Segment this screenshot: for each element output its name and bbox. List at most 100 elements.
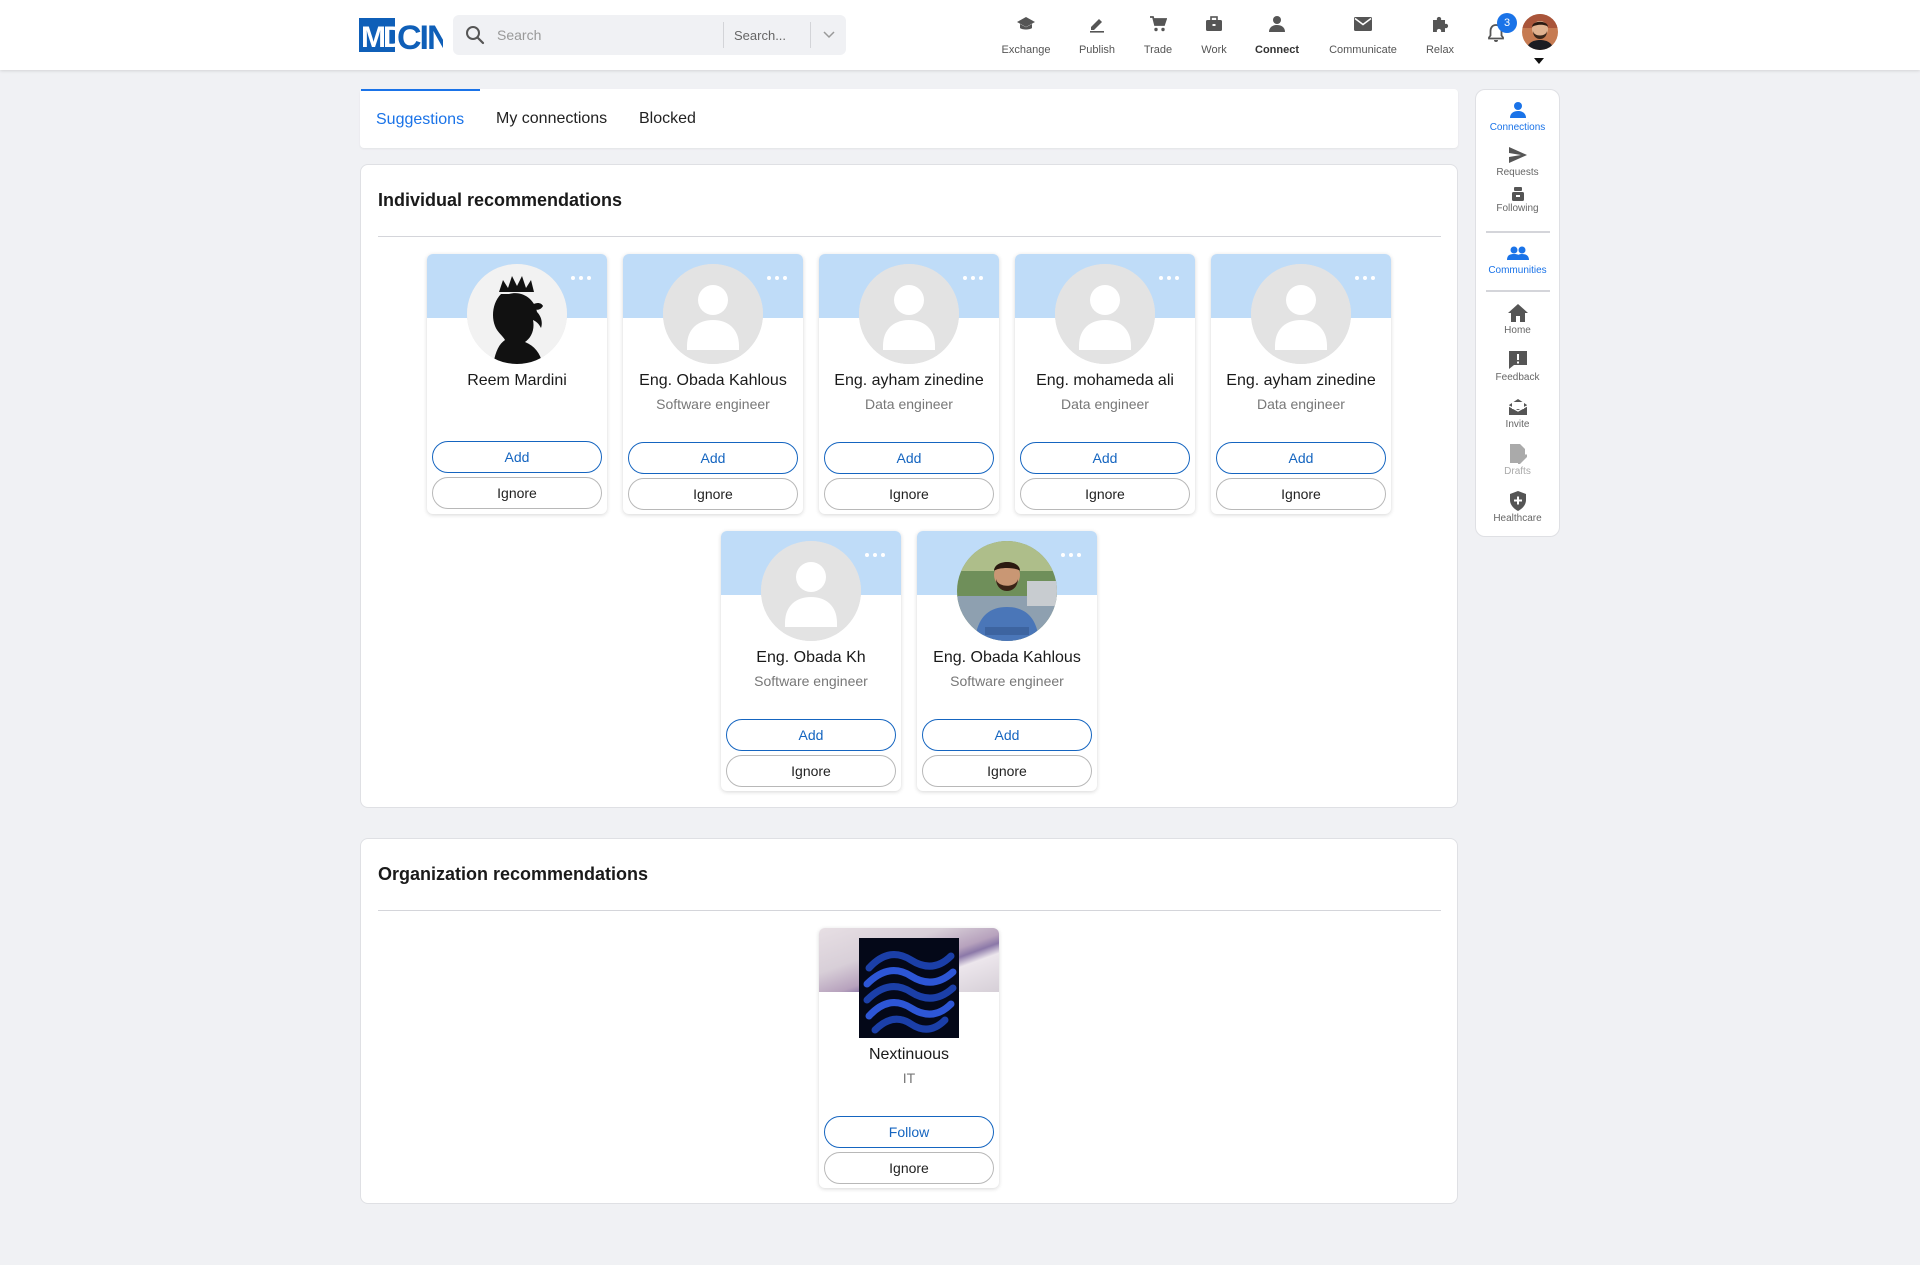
home-icon: [1507, 303, 1528, 323]
organization-category: IT: [902, 1070, 916, 1086]
sidebar-item-drafts[interactable]: Drafts: [1476, 444, 1559, 477]
individual-recommendations-section: Individual recommendations Reem Mardini …: [360, 164, 1458, 808]
section-title: Organization recommendations: [378, 864, 649, 884]
user-avatar[interactable]: [1522, 14, 1558, 50]
sidebar-item-label: Communities: [1488, 265, 1547, 276]
sidebar-item-home[interactable]: Home: [1476, 303, 1559, 336]
search-scope-placeholder: Search...: [734, 27, 787, 43]
notification-badge: 3: [1497, 13, 1517, 33]
tab-suggestions[interactable]: Suggestions: [361, 89, 480, 148]
ignore-button[interactable]: Ignore: [922, 755, 1092, 787]
person-avatar[interactable]: [957, 541, 1057, 641]
add-button[interactable]: Add: [1020, 442, 1190, 474]
person-name[interactable]: Eng. Obada Kahlous: [623, 372, 803, 390]
tab-blocked[interactable]: Blocked: [639, 89, 696, 148]
follow-button[interactable]: Follow: [824, 1116, 994, 1148]
ignore-button[interactable]: Ignore: [1020, 478, 1190, 510]
sidebar-item-feedback[interactable]: Feedback: [1476, 350, 1559, 383]
top-header: MD CIN Search... Exchange Publish: [0, 0, 1920, 70]
sidebar-divider: [1486, 290, 1550, 292]
section-title: Individual recommendations: [378, 190, 623, 210]
svg-text:CIN: CIN: [397, 19, 443, 54]
nav-trade[interactable]: Trade: [1143, 14, 1173, 56]
add-button[interactable]: Add: [726, 719, 896, 751]
default-avatar-icon[interactable]: [1055, 264, 1155, 364]
sidebar-item-label: Invite: [1505, 419, 1530, 430]
caret-down-icon[interactable]: [1534, 58, 1544, 64]
default-avatar-icon[interactable]: [859, 264, 959, 364]
organization-name[interactable]: Nextinuous: [819, 1046, 999, 1064]
add-button[interactable]: Add: [432, 441, 602, 473]
person-role: Data engineer: [1257, 396, 1345, 412]
more-options-icon[interactable]: [1159, 274, 1179, 282]
person-name[interactable]: Eng. ayham zinedine: [819, 372, 999, 390]
default-avatar-icon[interactable]: [1251, 264, 1351, 364]
sidebar-item-following[interactable]: Following: [1476, 187, 1559, 214]
following-icon: [1511, 187, 1525, 201]
sidebar-item-connections[interactable]: Connections: [1476, 100, 1559, 133]
sidebar-item-label: Home: [1504, 325, 1531, 336]
default-avatar-icon[interactable]: [663, 264, 763, 364]
organization-logo[interactable]: [859, 938, 959, 1038]
nav-label: Relax: [1425, 44, 1455, 56]
nav-label: Trade: [1143, 44, 1173, 56]
person-name[interactable]: Eng. Obada Kahlous: [917, 649, 1097, 667]
add-button[interactable]: Add: [1216, 442, 1386, 474]
nav-label: Exchange: [1001, 44, 1051, 56]
ignore-button[interactable]: Ignore: [824, 478, 994, 510]
ignore-button[interactable]: Ignore: [824, 1152, 994, 1184]
connections-tabs: Suggestions My connections Blocked: [360, 89, 1458, 148]
tab-my-connections[interactable]: My connections: [496, 89, 607, 148]
person-card: Eng. mohameda ali Data engineer Add Igno…: [1015, 254, 1195, 514]
more-options-icon[interactable]: [865, 551, 885, 559]
person-name[interactable]: Eng. ayham zinedine: [1211, 372, 1391, 390]
more-options-icon[interactable]: [571, 274, 591, 282]
ignore-button[interactable]: Ignore: [432, 477, 602, 509]
section-divider: [378, 910, 1441, 911]
search-input[interactable]: [497, 15, 723, 55]
nav-communicate[interactable]: Communicate: [1326, 14, 1400, 56]
person-role: Software engineer: [754, 673, 868, 689]
nav-relax[interactable]: Relax: [1424, 14, 1456, 56]
nav-work[interactable]: Work: [1199, 14, 1229, 56]
tab-label: Suggestions: [376, 110, 465, 128]
person-card: Eng. ayham zinedine Data engineer Add Ig…: [819, 254, 999, 514]
cart-icon: [1149, 14, 1167, 34]
mdcin-logo[interactable]: MD CIN: [359, 16, 443, 54]
more-options-icon[interactable]: [963, 274, 983, 282]
add-button[interactable]: Add: [628, 442, 798, 474]
person-name[interactable]: Eng. Obada Kh: [721, 649, 901, 667]
default-avatar-icon[interactable]: [761, 541, 861, 641]
chevron-down-icon[interactable]: [810, 22, 846, 48]
person-role: Software engineer: [656, 396, 770, 412]
more-options-icon[interactable]: [1061, 551, 1081, 559]
ignore-button[interactable]: Ignore: [1216, 478, 1386, 510]
nav-publish[interactable]: Publish: [1077, 14, 1117, 56]
ignore-button[interactable]: Ignore: [726, 755, 896, 787]
nav-label: Publish: [1078, 44, 1116, 56]
people-icon: [1506, 243, 1529, 263]
sidebar-item-requests[interactable]: Requests: [1476, 145, 1559, 178]
sidebar-item-invite[interactable]: Invite: [1476, 397, 1559, 430]
nav-connect[interactable]: Connect: [1252, 14, 1302, 56]
right-sidebar: Connections Requests Following Communiti…: [1475, 89, 1560, 537]
more-options-icon[interactable]: [1355, 274, 1375, 282]
person-name[interactable]: Eng. mohameda ali: [1015, 372, 1195, 390]
sidebar-item-healthcare[interactable]: Healthcare: [1476, 491, 1559, 524]
add-button[interactable]: Add: [824, 442, 994, 474]
nav-label: Connect: [1255, 44, 1299, 56]
send-icon: [1508, 145, 1527, 165]
ignore-button[interactable]: Ignore: [628, 478, 798, 510]
add-button[interactable]: Add: [922, 719, 1092, 751]
person-avatar[interactable]: [467, 264, 567, 364]
search-scope-select[interactable]: Search...: [724, 15, 846, 55]
section-divider: [378, 236, 1441, 237]
search-bar: Search...: [453, 15, 846, 55]
person-name[interactable]: Reem Mardini: [427, 372, 607, 390]
pencil-icon: [1088, 14, 1106, 34]
more-options-icon[interactable]: [767, 274, 787, 282]
nav-exchange[interactable]: Exchange: [998, 14, 1054, 56]
person-role: Software engineer: [950, 673, 1064, 689]
sidebar-item-communities[interactable]: Communities: [1476, 243, 1559, 276]
search-icon[interactable]: [453, 15, 497, 55]
